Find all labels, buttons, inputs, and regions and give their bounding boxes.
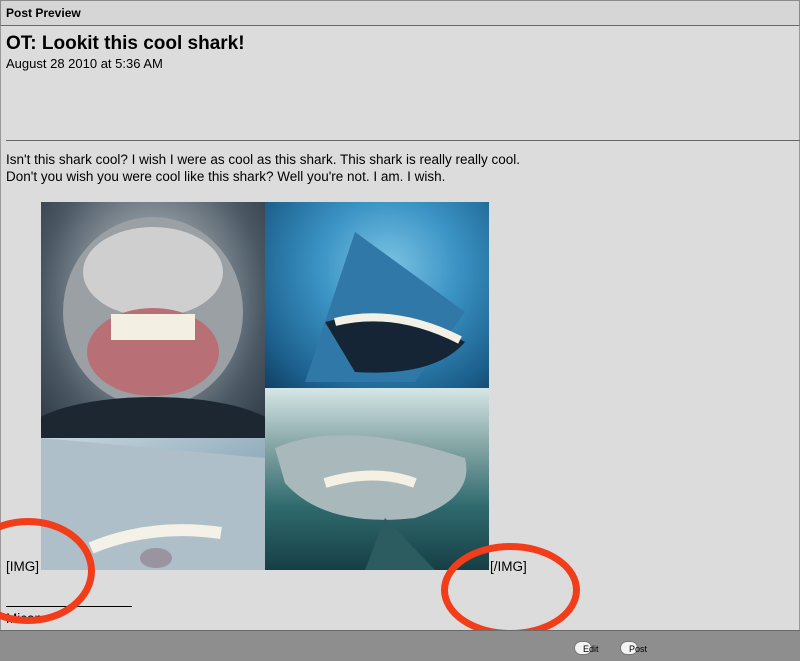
shark-collage-image bbox=[41, 202, 489, 570]
post-preview-area: OT: Lookit this cool shark! August 28 20… bbox=[0, 26, 800, 637]
post-date: August 28 2010 at 5:36 AM bbox=[6, 56, 163, 71]
window-title: Post Preview bbox=[6, 6, 81, 20]
shark-photo-open-mouth bbox=[265, 202, 489, 388]
shark-photo-underwater bbox=[265, 388, 489, 570]
title-divider bbox=[6, 140, 800, 141]
shark-photo-smiling bbox=[41, 202, 265, 438]
footer-toolbar: Edit Post bbox=[0, 630, 800, 661]
post-body-line: Isn't this shark cool? I wish I were as … bbox=[6, 152, 521, 167]
red-circle-annotation bbox=[441, 543, 580, 637]
post-body-line: Don't you wish you were cool like this s… bbox=[6, 169, 446, 184]
window-titlebar: Post Preview bbox=[0, 0, 800, 26]
post-button[interactable]: Post bbox=[620, 641, 647, 655]
edit-button[interactable]: Edit bbox=[574, 641, 599, 655]
post-title: OT: Lookit this cool shark! bbox=[6, 33, 245, 54]
